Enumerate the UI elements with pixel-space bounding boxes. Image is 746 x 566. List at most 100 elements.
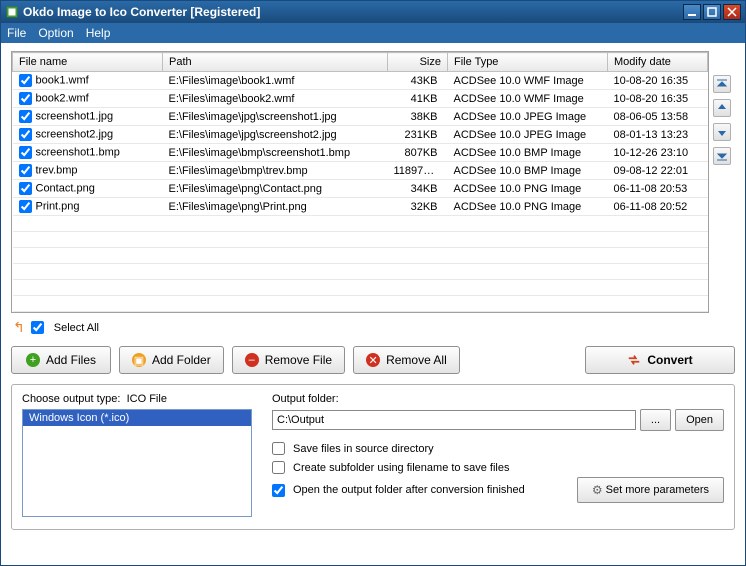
subfolder-checkbox[interactable] [272,461,285,474]
file-name: screenshot2.jpg [36,128,114,140]
maximize-button[interactable] [703,4,721,20]
col-header-date[interactable]: Modify date [608,53,708,72]
open-after-label: Open the output folder after conversion … [293,484,525,496]
output-folder-section: Output folder: ... Open Save files in so… [272,393,724,517]
row-checkbox[interactable] [19,182,32,195]
file-date: 08-01-13 13:23 [608,126,708,144]
menu-file[interactable]: File [7,26,26,40]
move-top-button[interactable] [713,75,731,93]
move-bottom-button[interactable] [713,147,731,165]
table-row[interactable]: book2.wmfE:\Files\image\book2.wmf41KBACD… [13,90,708,108]
file-path: E:\Files\image\book2.wmf [163,90,388,108]
empty-row [13,264,708,280]
add-folder-button[interactable]: ▣Add Folder [119,346,224,374]
plus-icon: + [26,353,40,367]
col-header-name[interactable]: File name [13,53,163,72]
col-header-path[interactable]: Path [163,53,388,72]
save-source-label: Save files in source directory [293,443,434,455]
file-path: E:\Files\image\png\Contact.png [163,180,388,198]
file-size: 38KB [388,108,448,126]
titlebar: Okdo Image to Ico Converter [Registered] [1,1,745,23]
col-header-size[interactable]: Size [388,53,448,72]
col-header-type[interactable]: File Type [448,53,608,72]
save-source-checkbox[interactable] [272,442,285,455]
file-type: ACDSee 10.0 BMP Image [448,144,608,162]
open-folder-button[interactable]: Open [675,409,724,431]
row-checkbox[interactable] [19,92,32,105]
file-type: ACDSee 10.0 BMP Image [448,162,608,180]
add-files-button[interactable]: +Add Files [11,346,111,374]
empty-row [13,280,708,296]
file-name: screenshot1.jpg [36,110,114,122]
table-row[interactable]: screenshot2.jpg E:\Files\image\jpg\screen… [13,126,708,144]
convert-icon [627,353,641,367]
convert-button[interactable]: Convert [585,346,735,374]
minus-icon: – [245,353,259,367]
file-name: trev.bmp [36,164,78,176]
remove-all-button[interactable]: ✕Remove All [353,346,460,374]
more-params-button[interactable]: ⚙ Set more parameters [577,477,724,503]
row-checkbox[interactable] [19,146,32,159]
action-buttons: +Add Files ▣Add Folder –Remove File ✕Rem… [11,342,735,384]
row-checkbox[interactable] [19,74,32,87]
table-row[interactable]: screenshot1.bmpE:\Files\image\bmp\screen… [13,144,708,162]
file-size: 32KB [388,198,448,216]
remove-file-button[interactable]: –Remove File [232,346,345,374]
menu-help[interactable]: Help [86,26,111,40]
table-row[interactable]: Print.png E:\Files\image\png\Print.png32K… [13,198,708,216]
output-folder-input[interactable] [272,410,636,430]
file-path: E:\Files\image\book1.wmf [163,72,388,90]
row-checkbox[interactable] [19,200,32,213]
empty-row [13,216,708,232]
output-folder-label: Output folder: [272,393,724,405]
file-date: 10-08-20 16:35 [608,90,708,108]
move-up-button[interactable] [713,99,731,117]
file-name: Print.png [36,200,80,212]
table-row[interactable]: Contact.png E:\Files\image\png\Contact.pn… [13,180,708,198]
close-button[interactable] [723,4,741,20]
subfolder-label: Create subfolder using filename to save … [293,462,509,474]
table-row[interactable]: screenshot1.jpgE:\Files\image\jpg\screen… [13,108,708,126]
file-size: 43KB [388,72,448,90]
file-size: 41KB [388,90,448,108]
file-date: 06-11-08 20:52 [608,198,708,216]
empty-row [13,248,708,264]
select-all-checkbox[interactable] [31,321,44,334]
selectall-row: ↰ Select All [11,313,735,342]
table-row[interactable]: trev.bmpE:\Files\image\bmp\trev.bmp11897… [13,162,708,180]
row-checkbox[interactable] [19,110,32,123]
file-name: Contact.png [36,182,95,194]
table-row[interactable]: book1.wmfE:\Files\image\book1.wmf43KBACD… [13,72,708,90]
output-type-item[interactable]: Windows Icon (*.ico) [23,410,251,426]
file-type: ACDSee 10.0 JPEG Image [448,108,608,126]
file-path: E:\Files\image\bmp\screenshot1.bmp [163,144,388,162]
file-path: E:\Files\image\bmp\trev.bmp [163,162,388,180]
menu-option[interactable]: Option [38,26,73,40]
file-date: 08-06-05 13:58 [608,108,708,126]
file-date: 10-12-26 23:10 [608,144,708,162]
app-icon [5,5,19,19]
file-path: E:\Files\image\png\Print.png [163,198,388,216]
file-date: 09-08-12 22:01 [608,162,708,180]
move-down-button[interactable] [713,123,731,141]
folder-icon: ▣ [132,353,146,367]
reorder-arrows [713,51,735,313]
file-path: E:\Files\image\jpg\screenshot2.jpg [163,126,388,144]
file-date: 06-11-08 20:53 [608,180,708,198]
browse-button[interactable]: ... [640,409,671,431]
file-type: ACDSee 10.0 PNG Image [448,198,608,216]
file-type: ACDSee 10.0 JPEG Image [448,126,608,144]
output-type-value: ICO File [127,393,167,405]
menubar: File Option Help [1,23,745,43]
minimize-button[interactable] [683,4,701,20]
row-checkbox[interactable] [19,164,32,177]
file-table: File name Path Size File Type Modify dat… [11,51,709,313]
select-all-label: Select All [54,322,99,334]
output-panel: Choose output type: ICO File Windows Ico… [11,384,735,530]
open-after-checkbox[interactable] [272,484,285,497]
output-type-section: Choose output type: ICO File Windows Ico… [22,393,252,517]
main-window: Okdo Image to Ico Converter [Registered]… [0,0,746,566]
row-checkbox[interactable] [19,128,32,141]
output-type-list[interactable]: Windows Icon (*.ico) [22,409,252,517]
empty-row [13,296,708,312]
